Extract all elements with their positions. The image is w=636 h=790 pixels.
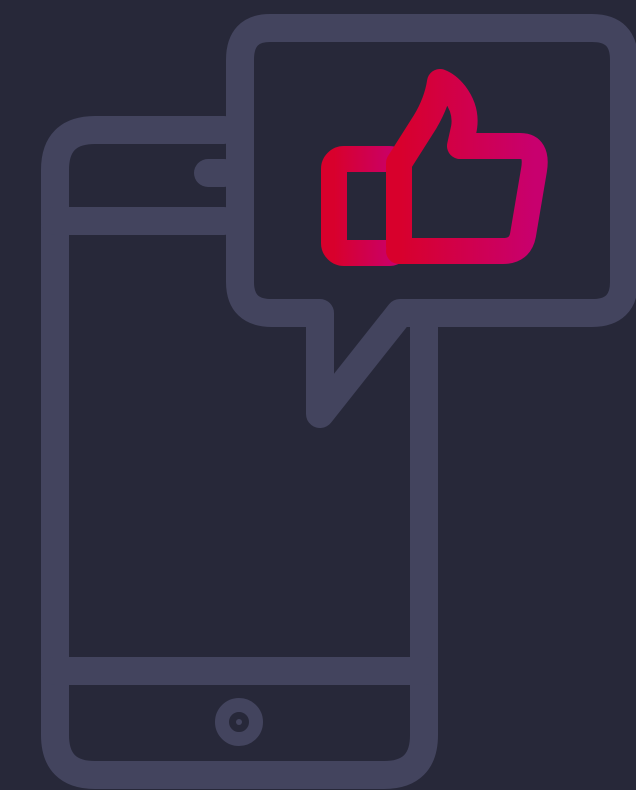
phone-home-button-dot xyxy=(236,719,242,725)
phone-like-illustration xyxy=(41,14,636,789)
